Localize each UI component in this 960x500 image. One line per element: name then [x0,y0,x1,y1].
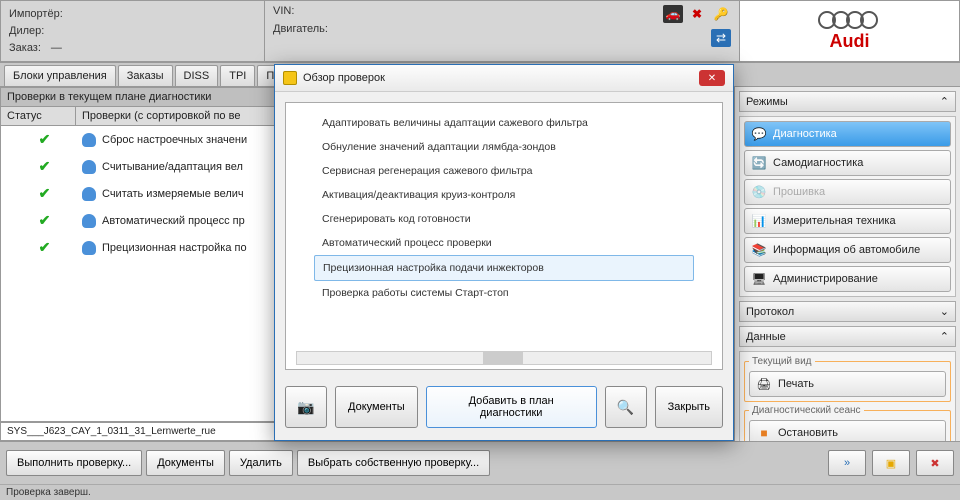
tab-diss[interactable]: DISS [175,65,219,86]
dialog-close-text-button[interactable]: Закрыть [655,386,723,428]
engine-label: Двигатель: [273,23,328,35]
flash-icon: 💿 [751,185,767,199]
order-value: — [51,42,62,54]
dialog-add-to-plan-button[interactable]: Добавить в план диагностики [426,386,597,428]
dialog-close-button[interactable]: ✕ [699,70,725,86]
importer-label: Импортёр: [9,8,63,20]
camera-icon: 📷 [297,399,314,416]
cancel-button[interactable]: ✖ [916,450,954,476]
list-item-selected[interactable]: Прецизионная настройка подачи инжекторов [314,255,694,281]
row-label: Прецизионная настройка по [102,242,247,254]
vin-label: VIN: [273,5,294,17]
brand-panel: Audi [740,0,960,62]
brand-name: Audi [830,31,870,52]
header-mid-info: VIN: Двигатель: 🚗 ✖ 🔑 ⇄ [265,0,740,62]
fullscreen-button[interactable]: ▣ [872,450,910,476]
check-ok-icon: ✔ [7,158,82,175]
collapse-icon: ⌃ [940,95,949,108]
mode-flash[interactable]: 💿Прошивка [744,179,951,205]
dialog-documents-button[interactable]: Документы [335,386,418,428]
data-header[interactable]: Данные ⌃ [739,326,956,347]
mode-selfdiag[interactable]: 🔄Самодиагностика [744,150,951,176]
list-item[interactable]: Автоматический процесс проверки [314,231,694,255]
row-label: Считать измеряемые велич [102,188,244,200]
checks-overview-dialog: Обзор проверок ✕ Адаптировать величины а… [274,64,734,441]
dealer-label: Дилер: [9,25,44,37]
forward-icon: » [844,457,850,469]
row-label: Считывание/адаптация вел [102,161,243,173]
status-bar: Проверка заверш. [0,484,960,500]
current-view-group: Текущий вид 🖨Печать [744,356,951,402]
documents-button[interactable]: Документы [146,450,225,476]
admin-icon: 🖥 [751,272,767,286]
tab-orders[interactable]: Заказы [118,65,173,86]
print-icon: 🖨 [756,377,772,391]
list-item[interactable]: Обнуление значений адаптации лямбда-зонд… [314,135,694,159]
disabled-x-icon: ✖ [687,5,707,23]
data-panel: Текущий вид 🖨Печать Диагностический сеан… [739,351,956,441]
cancel-icon: ✖ [930,457,939,470]
diag-session-group: Диагностический сеанс ■Остановить [744,405,951,441]
dialog-search-button[interactable]: 🔍 [605,386,647,428]
dialog-title-text: Обзор проверок [303,72,385,84]
modes-header[interactable]: Режимы ⌃ [739,91,956,112]
dialog-list: Адаптировать величины адаптации сажевого… [285,102,723,370]
person-icon [82,133,96,147]
collapse-icon: ⌃ [940,330,949,343]
fullscreen-icon: ▣ [886,457,896,470]
list-item[interactable]: Сгенерировать код готовности [314,207,694,231]
person-icon [82,160,96,174]
mode-measure[interactable]: 📊Измерительная техника [744,208,951,234]
list-item[interactable]: Проверка работы системы Старт-стоп [314,281,694,305]
person-icon [82,214,96,228]
dialog-titlebar[interactable]: Обзор проверок ✕ [275,65,733,92]
key-icon: 🔑 [711,5,731,23]
next-button[interactable]: » [828,450,866,476]
col-status[interactable]: Статус [1,107,76,125]
check-ok-icon: ✔ [7,239,82,256]
mode-vehicle-info[interactable]: 📚Информация об автомобиле [744,237,951,263]
person-icon [82,187,96,201]
stop-icon: ■ [756,426,772,440]
modes-panel: 💬Диагностика 🔄Самодиагностика 💿Прошивка … [739,116,956,297]
person-icon [82,241,96,255]
dialog-h-scrollbar[interactable] [296,351,712,365]
list-item[interactable]: Активация/деактивация круиз-контроля [314,183,694,207]
search-icon: 🔍 [617,399,634,416]
check-ok-icon: ✔ [7,212,82,229]
tab-tpi[interactable]: TPI [220,65,255,86]
car-icon: 🚗 [663,5,683,23]
run-check-button[interactable]: Выполнить проверку... [6,450,142,476]
mode-diagnostics[interactable]: 💬Диагностика [744,121,951,147]
header-left-info: Импортёр: Дилер: Заказ: — [0,0,265,62]
check-ok-icon: ✔ [7,185,82,202]
check-ok-icon: ✔ [7,131,82,148]
dialog-camera-button[interactable]: 📷 [285,386,327,428]
diag-icon: 💬 [751,127,767,141]
mode-admin[interactable]: 🖥Администрирование [744,266,951,292]
list-item[interactable]: Адаптировать величины адаптации сажевого… [314,111,694,135]
audi-rings-icon [822,11,878,29]
stop-button[interactable]: ■Остановить [749,420,946,441]
order-label: Заказ: [9,42,41,54]
info-icon: 📚 [751,243,767,257]
protocol-header[interactable]: Протокол ⌄ [739,301,956,322]
expand-icon: ⌄ [940,305,949,318]
selfdiag-icon: 🔄 [751,156,767,170]
row-label: Сброс настроечных значени [102,134,247,146]
dialog-app-icon [283,71,297,85]
delete-button[interactable]: Удалить [229,450,293,476]
tab-blocks[interactable]: Блоки управления [4,65,116,86]
select-check-button[interactable]: Выбрать собственную проверку... [297,450,490,476]
row-label: Автоматический процесс пр [102,215,245,227]
usb-icon: ⇄ [711,29,731,47]
measure-icon: 📊 [751,214,767,228]
print-button[interactable]: 🖨Печать [749,371,946,397]
list-item[interactable]: Сервисная регенерация сажевого фильтра [314,159,694,183]
